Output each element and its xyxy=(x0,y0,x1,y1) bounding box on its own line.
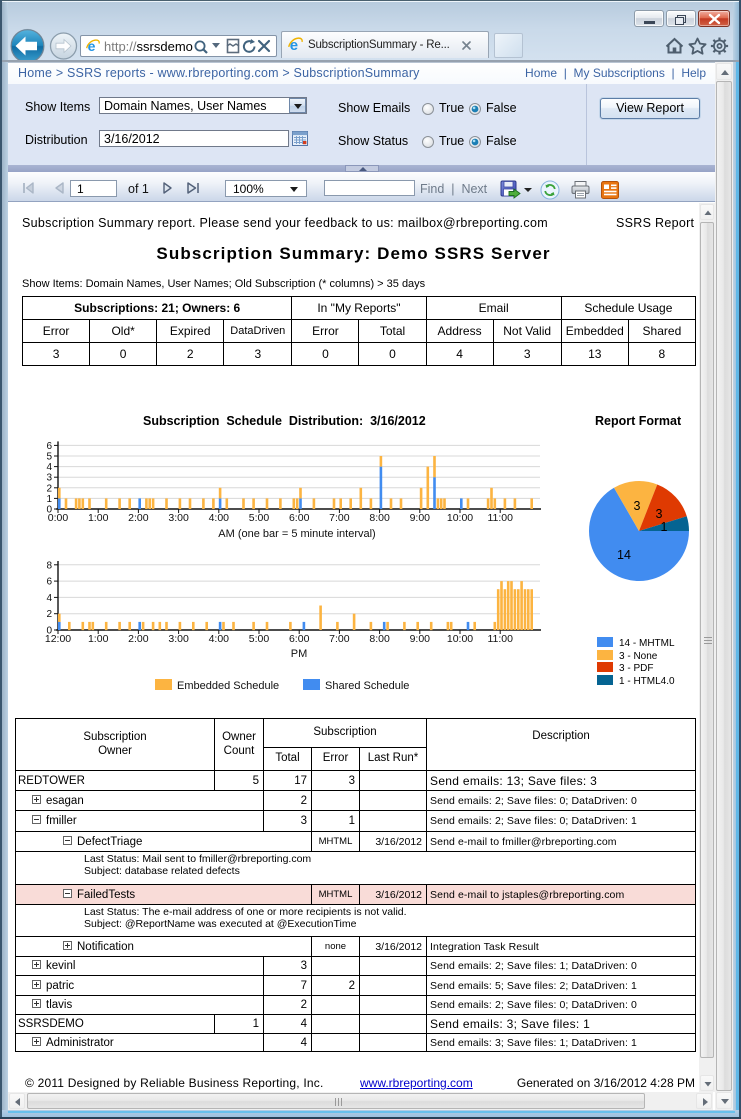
svg-text:1 - HTML4.0: 1 - HTML4.0 xyxy=(619,676,675,687)
svg-text:8:00: 8:00 xyxy=(369,512,390,524)
svg-text:2: 2 xyxy=(46,609,52,620)
svg-text:3 - None: 3 - None xyxy=(619,651,658,662)
svg-text:6: 6 xyxy=(46,441,52,452)
svg-text:3 - PDF: 3 - PDF xyxy=(619,663,653,674)
svg-text:2: 2 xyxy=(46,483,52,494)
svg-text:6: 6 xyxy=(46,577,52,588)
svg-text:8:00: 8:00 xyxy=(369,633,390,645)
svg-text:4: 4 xyxy=(46,593,52,604)
svg-text:6:00: 6:00 xyxy=(289,512,310,524)
svg-text:1:00: 1:00 xyxy=(88,633,109,645)
svg-text:3:00: 3:00 xyxy=(168,512,189,524)
svg-text:4:00: 4:00 xyxy=(209,512,230,524)
svg-text:Shared Schedule: Shared Schedule xyxy=(325,680,409,692)
svg-text:8: 8 xyxy=(46,560,52,571)
svg-text:3: 3 xyxy=(634,499,641,513)
svg-text:PM: PM xyxy=(291,648,308,660)
svg-text:10:00: 10:00 xyxy=(447,633,473,645)
svg-text:3: 3 xyxy=(46,473,52,484)
svg-text:14 - MHTML: 14 - MHTML xyxy=(619,638,675,649)
svg-text:7:00: 7:00 xyxy=(329,512,350,524)
svg-text:14: 14 xyxy=(617,548,631,562)
svg-text:4:00: 4:00 xyxy=(209,633,230,645)
svg-text:2:00: 2:00 xyxy=(128,512,149,524)
svg-text:4: 4 xyxy=(46,462,52,473)
svg-text:AM (one bar = 5 minute interva: AM (one bar = 5 minute interval) xyxy=(218,528,375,540)
svg-text:10:00: 10:00 xyxy=(447,512,473,524)
svg-text:Embedded Schedule: Embedded Schedule xyxy=(177,680,279,692)
svg-text:5:00: 5:00 xyxy=(249,633,270,645)
svg-text:9:00: 9:00 xyxy=(410,633,431,645)
svg-text:1: 1 xyxy=(661,520,668,534)
svg-text:1: 1 xyxy=(46,494,52,505)
svg-text:3:00: 3:00 xyxy=(168,633,189,645)
svg-text:9:00: 9:00 xyxy=(410,512,431,524)
svg-text:1:00: 1:00 xyxy=(88,512,109,524)
svg-text:11:00: 11:00 xyxy=(487,512,513,524)
svg-text:5: 5 xyxy=(46,452,52,463)
svg-text:0:00: 0:00 xyxy=(48,512,69,524)
svg-text:3: 3 xyxy=(656,507,663,521)
svg-text:11:00: 11:00 xyxy=(487,633,513,645)
svg-text:5:00: 5:00 xyxy=(249,512,270,524)
svg-text:6:00: 6:00 xyxy=(289,633,310,645)
svg-text:2:00: 2:00 xyxy=(128,633,149,645)
svg-text:7:00: 7:00 xyxy=(329,633,350,645)
svg-text:12:00: 12:00 xyxy=(45,633,71,645)
